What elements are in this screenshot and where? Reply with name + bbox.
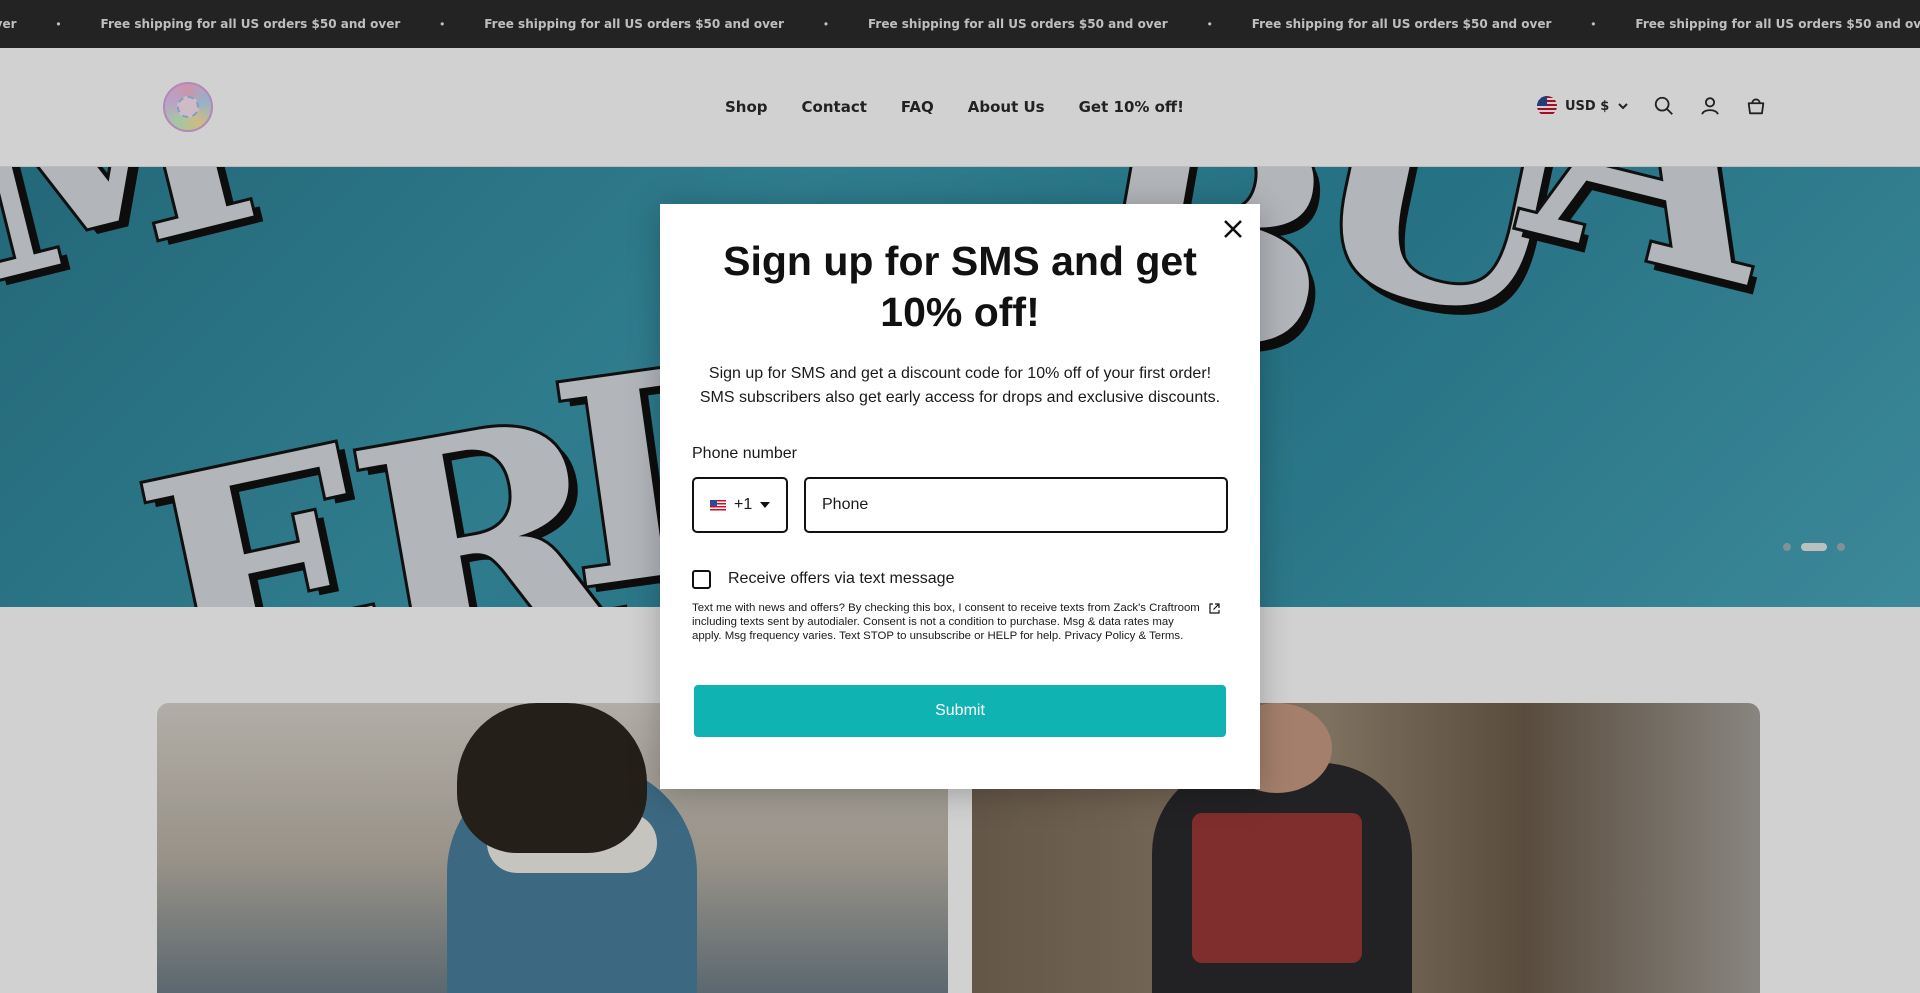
submit-button[interactable]: Submit [694, 685, 1226, 737]
modal-title: Sign up for SMS and get 10% off! [723, 238, 1197, 335]
phone-number-label: Phone number [692, 445, 797, 462]
sms-offers-checkbox[interactable] [692, 570, 711, 589]
dial-code: +1 [734, 496, 753, 513]
caret-down-icon [760, 502, 771, 508]
external-link-icon[interactable] [1208, 602, 1221, 615]
modal-description: Sign up for SMS and get a discount code … [680, 362, 1240, 410]
sms-offers-checkbox-label[interactable]: Receive offers via text message [728, 570, 954, 588]
phone-input[interactable] [804, 477, 1228, 533]
modal-description-line: Sign up for SMS and get a discount code … [708, 365, 1212, 382]
modal-description-line: SMS subscribers also get early access fo… [699, 389, 1221, 406]
us-flag-icon [710, 499, 726, 511]
country-code-select[interactable]: +1 [692, 477, 788, 533]
sms-signup-modal: Sign up for SMS and get 10% off! Sign up… [660, 204, 1260, 789]
sms-consent-text: Text me with news and offers? By checkin… [692, 602, 1200, 642]
